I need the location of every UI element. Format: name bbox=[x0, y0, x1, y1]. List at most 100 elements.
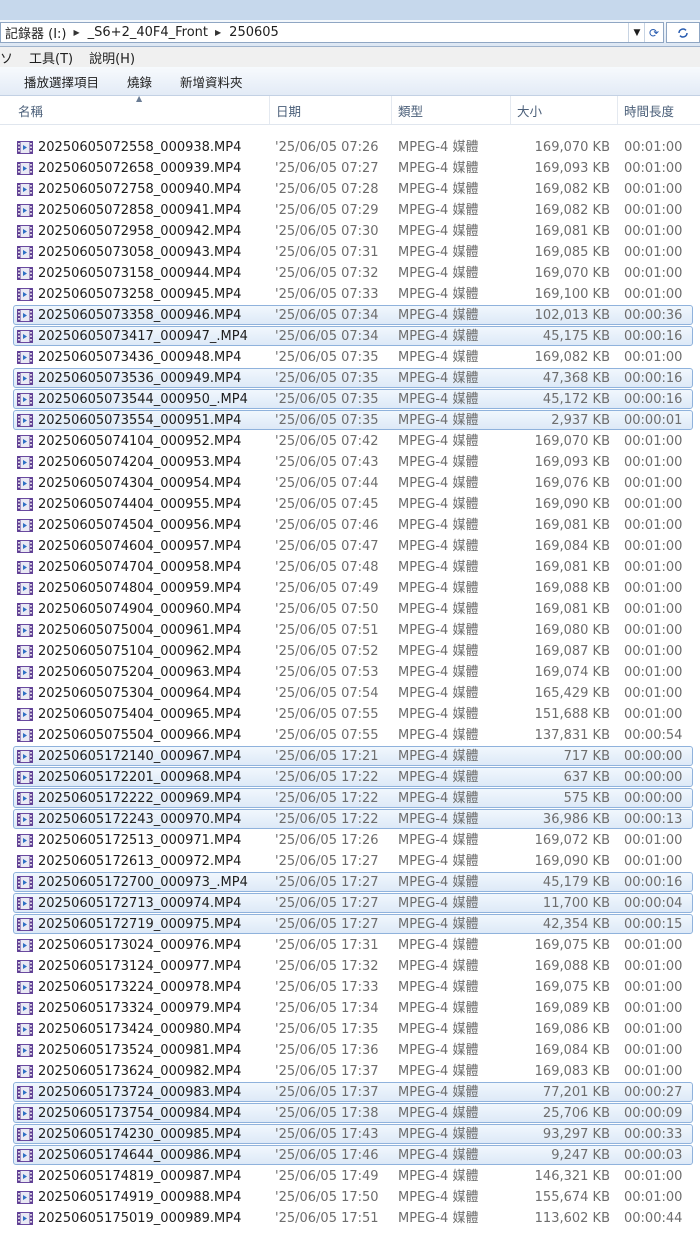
file-type: MPEG-4 媒體 bbox=[398, 770, 479, 785]
file-row[interactable]: 20250605172222_000969.MP4 '25/06/05 17:22… bbox=[0, 788, 700, 809]
file-size: 169,075 KB bbox=[534, 938, 610, 953]
file-row[interactable]: 20250605172719_000975.MP4 '25/06/05 17:27… bbox=[0, 914, 700, 935]
file-row[interactable]: 20250605072658_000939.MP4 '25/06/05 07:27… bbox=[0, 158, 700, 179]
video-file-icon bbox=[17, 980, 33, 995]
file-row[interactable]: 20250605075104_000962.MP4 '25/06/05 07:52… bbox=[0, 641, 700, 662]
file-name: 20250605173524_000981.MP4 bbox=[38, 1043, 242, 1058]
file-row[interactable]: 20250605073436_000948.MP4 '25/06/05 07:35… bbox=[0, 347, 700, 368]
address-bar: 記錄器 (I:) ▶ _S6+2_40F4_Front ▶ 250605 ▼ ⟳ bbox=[0, 20, 700, 47]
column-header: ▲ 名稱 日期 類型 大小 時間長度 bbox=[0, 94, 700, 125]
menu-item-help[interactable]: 說明(H) bbox=[81, 48, 143, 67]
address-box[interactable]: 記錄器 (I:) ▶ _S6+2_40F4_Front ▶ 250605 ▼ ⟳ bbox=[0, 22, 664, 43]
file-length: 00:01:00 bbox=[624, 245, 683, 260]
column-date[interactable]: 日期 bbox=[270, 96, 392, 124]
file-row[interactable]: 20250605173324_000979.MP4 '25/06/05 17:34… bbox=[0, 998, 700, 1019]
file-row[interactable]: 20250605073544_000950_.MP4 '25/06/05 07:3… bbox=[0, 389, 700, 410]
file-row[interactable]: 20250605075304_000964.MP4 '25/06/05 07:54… bbox=[0, 683, 700, 704]
file-row[interactable]: 20250605073358_000946.MP4 '25/06/05 07:34… bbox=[0, 305, 700, 326]
file-row[interactable]: 20250605074304_000954.MP4 '25/06/05 07:44… bbox=[0, 473, 700, 494]
file-row[interactable]: 20250605072858_000941.MP4 '25/06/05 07:29… bbox=[0, 200, 700, 221]
file-row[interactable]: 20250605074704_000958.MP4 '25/06/05 07:48… bbox=[0, 557, 700, 578]
file-row[interactable]: 20250605174819_000987.MP4 '25/06/05 17:49… bbox=[0, 1166, 700, 1187]
chevron-right-icon[interactable]: ▶ bbox=[70, 28, 84, 37]
file-row[interactable]: 20250605074404_000955.MP4 '25/06/05 07:45… bbox=[0, 494, 700, 515]
menu-item-partial[interactable]: ソ bbox=[0, 48, 21, 67]
column-size[interactable]: 大小 bbox=[511, 96, 618, 124]
file-row[interactable]: 20250605172201_000968.MP4 '25/06/05 17:22… bbox=[0, 767, 700, 788]
file-row[interactable]: 20250605074604_000957.MP4 '25/06/05 07:47… bbox=[0, 536, 700, 557]
file-size: 169,088 KB bbox=[534, 959, 610, 974]
file-type: MPEG-4 媒體 bbox=[398, 938, 479, 953]
file-row[interactable]: 20250605173224_000978.MP4 '25/06/05 17:33… bbox=[0, 977, 700, 998]
file-row[interactable]: 20250605172713_000974.MP4 '25/06/05 17:27… bbox=[0, 893, 700, 914]
file-length: 00:01:00 bbox=[624, 287, 683, 302]
file-type: MPEG-4 媒體 bbox=[398, 224, 479, 239]
file-row[interactable]: 20250605073058_000943.MP4 '25/06/05 07:31… bbox=[0, 242, 700, 263]
file-name: 20250605074604_000957.MP4 bbox=[38, 539, 242, 554]
file-row[interactable]: 20250605072758_000940.MP4 '25/06/05 07:28… bbox=[0, 179, 700, 200]
file-row[interactable]: 20250605072558_000938.MP4 '25/06/05 07:26… bbox=[0, 137, 700, 158]
file-row[interactable]: 20250605073158_000944.MP4 '25/06/05 07:32… bbox=[0, 263, 700, 284]
file-row[interactable]: 20250605074504_000956.MP4 '25/06/05 07:46… bbox=[0, 515, 700, 536]
file-row[interactable]: 20250605173724_000983.MP4 '25/06/05 17:37… bbox=[0, 1082, 700, 1103]
file-type: MPEG-4 媒體 bbox=[398, 875, 479, 890]
play-selected-button[interactable]: 播放選擇項目 bbox=[0, 72, 113, 91]
file-length: 00:00:36 bbox=[624, 308, 683, 323]
file-row[interactable]: 20250605075504_000966.MP4 '25/06/05 07:55… bbox=[0, 725, 700, 746]
video-file-icon bbox=[17, 560, 33, 575]
file-row[interactable]: 20250605075204_000963.MP4 '25/06/05 07:53… bbox=[0, 662, 700, 683]
file-row[interactable]: 20250605075004_000961.MP4 '25/06/05 07:51… bbox=[0, 620, 700, 641]
file-name: 20250605174819_000987.MP4 bbox=[38, 1169, 242, 1184]
file-type: MPEG-4 媒體 bbox=[398, 1190, 479, 1205]
chevron-right-icon[interactable]: ▶ bbox=[211, 28, 225, 37]
file-row[interactable]: 20250605074804_000959.MP4 '25/06/05 07:49… bbox=[0, 578, 700, 599]
video-file-icon bbox=[17, 245, 33, 260]
file-row[interactable]: 20250605072958_000942.MP4 '25/06/05 07:30… bbox=[0, 221, 700, 242]
file-date: '25/06/05 17:22 bbox=[275, 812, 379, 827]
file-row[interactable]: 20250605174644_000986.MP4 '25/06/05 17:46… bbox=[0, 1145, 700, 1166]
file-row[interactable]: 20250605172513_000971.MP4 '25/06/05 17:26… bbox=[0, 830, 700, 851]
file-row[interactable]: 20250605172613_000972.MP4 '25/06/05 17:27… bbox=[0, 851, 700, 872]
file-row[interactable]: 20250605174919_000988.MP4 '25/06/05 17:50… bbox=[0, 1187, 700, 1208]
file-row[interactable]: 20250605074904_000960.MP4 '25/06/05 07:50… bbox=[0, 599, 700, 620]
file-row[interactable]: 20250605075404_000965.MP4 '25/06/05 07:55… bbox=[0, 704, 700, 725]
menu-item-tools[interactable]: 工具(T) bbox=[21, 48, 81, 67]
file-row[interactable]: 20250605175019_000989.MP4 '25/06/05 17:51… bbox=[0, 1208, 700, 1229]
file-row[interactable]: 20250605073258_000945.MP4 '25/06/05 07:33… bbox=[0, 284, 700, 305]
search-box-edge[interactable] bbox=[666, 22, 700, 43]
file-row[interactable]: 20250605172140_000967.MP4 '25/06/05 17:21… bbox=[0, 746, 700, 767]
file-size: 169,089 KB bbox=[534, 1001, 610, 1016]
video-file-icon bbox=[17, 728, 33, 743]
file-row[interactable]: 20250605173424_000980.MP4 '25/06/05 17:35… bbox=[0, 1019, 700, 1040]
file-row[interactable]: 20250605172700_000973_.MP4 '25/06/05 17:2… bbox=[0, 872, 700, 893]
file-row[interactable]: 20250605173024_000976.MP4 '25/06/05 17:31… bbox=[0, 935, 700, 956]
chevron-down-icon[interactable]: ▼ bbox=[628, 23, 645, 42]
file-row[interactable]: 20250605074204_000953.MP4 '25/06/05 07:43… bbox=[0, 452, 700, 473]
video-file-icon bbox=[17, 791, 33, 806]
video-file-icon bbox=[17, 1001, 33, 1016]
column-length[interactable]: 時間長度 bbox=[618, 96, 700, 124]
file-size: 151,688 KB bbox=[534, 707, 610, 722]
file-type: MPEG-4 媒體 bbox=[398, 1085, 479, 1100]
file-row[interactable]: 20250605074104_000952.MP4 '25/06/05 07:42… bbox=[0, 431, 700, 452]
file-row[interactable]: 20250605073536_000949.MP4 '25/06/05 07:35… bbox=[0, 368, 700, 389]
file-row[interactable]: 20250605173124_000977.MP4 '25/06/05 17:32… bbox=[0, 956, 700, 977]
menu-bar: ソ 工具(T) 說明(H) bbox=[0, 47, 700, 67]
file-row[interactable]: 20250605173754_000984.MP4 '25/06/05 17:38… bbox=[0, 1103, 700, 1124]
new-folder-button[interactable]: 新增資料夾 bbox=[166, 72, 257, 91]
video-file-icon bbox=[17, 350, 33, 365]
breadcrumb-current[interactable]: 250605 bbox=[225, 25, 282, 40]
file-row[interactable]: 20250605172243_000970.MP4 '25/06/05 17:22… bbox=[0, 809, 700, 830]
file-size: 169,082 KB bbox=[534, 182, 610, 197]
file-row[interactable]: 20250605174230_000985.MP4 '25/06/05 17:43… bbox=[0, 1124, 700, 1145]
column-type[interactable]: 類型 bbox=[392, 96, 511, 124]
burn-button[interactable]: 燒錄 bbox=[113, 72, 166, 91]
file-row[interactable]: 20250605073554_000951.MP4 '25/06/05 07:35… bbox=[0, 410, 700, 431]
file-row[interactable]: 20250605073417_000947_.MP4 '25/06/05 07:3… bbox=[0, 326, 700, 347]
breadcrumb-folder[interactable]: _S6+2_40F4_Front bbox=[84, 25, 211, 40]
column-name[interactable]: 名稱 bbox=[12, 96, 270, 124]
breadcrumb-drive[interactable]: 記錄器 (I:) bbox=[1, 23, 70, 42]
file-row[interactable]: 20250605173524_000981.MP4 '25/06/05 17:36… bbox=[0, 1040, 700, 1061]
file-row[interactable]: 20250605173624_000982.MP4 '25/06/05 17:37… bbox=[0, 1061, 700, 1082]
refresh-icon[interactable]: ⟳ bbox=[644, 23, 663, 42]
